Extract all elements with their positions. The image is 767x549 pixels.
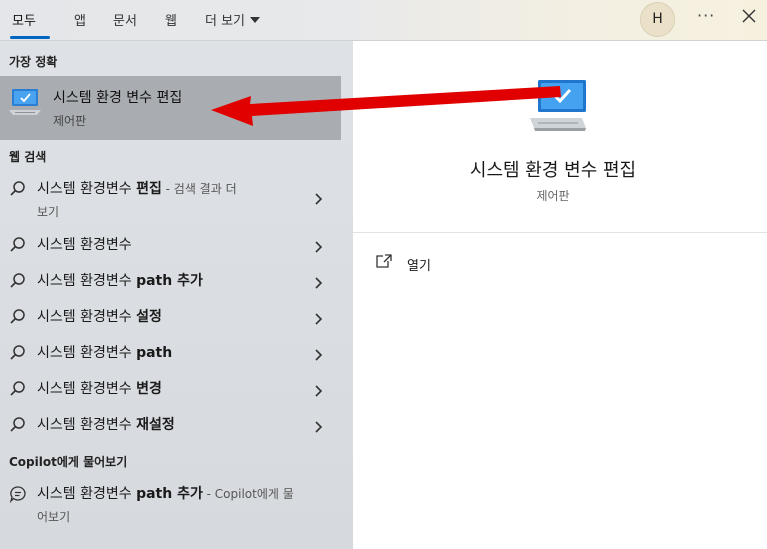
- preview-subtitle: 제어판: [536, 189, 570, 203]
- web-result-text: 시스템 환경변수 설정: [37, 306, 162, 328]
- chevron-right-icon: [315, 277, 323, 289]
- results-panel: 가장 정확 시스템 환경 변수 편집 제어판 웹 검색 시스템 환경변수 편집 …: [0, 41, 353, 549]
- divider: [353, 232, 767, 233]
- monitor-settings-icon: [9, 89, 41, 115]
- more-options-icon[interactable]: ···: [697, 6, 715, 25]
- best-match-title: 시스템 환경 변수 편집: [53, 90, 183, 106]
- web-result-text: 시스템 환경변수 변경: [37, 378, 162, 400]
- best-match-subtitle: 제어판: [53, 114, 87, 128]
- web-result-item[interactable]: 시스템 환경변수 편집 - 검색 결과 더 보기: [0, 178, 341, 224]
- result-bold: 변경: [136, 381, 162, 397]
- chat-bubble-icon: [9, 486, 26, 503]
- result-hint-continued: 보기: [37, 205, 60, 219]
- web-search-header: 웹 검색: [9, 150, 47, 164]
- chevron-right-icon: [315, 313, 323, 325]
- avatar[interactable]: H: [640, 2, 675, 37]
- web-result-text: 시스템 환경변수: [37, 234, 132, 256]
- result-prefix: 시스템 환경변수: [37, 381, 137, 397]
- result-bold: 설정: [136, 309, 162, 325]
- result-prefix: 시스템 환경변수: [37, 309, 137, 325]
- web-result-text: 시스템 환경변수 편집 - 검색 결과 더: [37, 178, 237, 200]
- chevron-right-icon: [315, 385, 323, 397]
- web-result-item[interactable]: 시스템 환경변수 path 추가: [0, 270, 341, 294]
- top-bar: 모두 앱 문서 웹 더 보기 H ···: [0, 0, 767, 41]
- copilot-result-text: 시스템 환경변수 path 추가 - Copilot에게 물: [37, 483, 294, 505]
- result-prefix: 시스템 환경변수: [37, 237, 132, 253]
- close-icon[interactable]: [740, 7, 758, 25]
- tab-more-label: 더 보기: [205, 14, 246, 29]
- search-icon: [10, 273, 25, 288]
- result-prefix: 시스템 환경변수: [37, 345, 137, 361]
- web-result-text: 시스템 환경변수 path: [37, 342, 172, 364]
- result-bold: path 추가: [136, 486, 203, 502]
- active-tab-indicator: [10, 36, 50, 39]
- result-bold: path 추가: [136, 273, 203, 289]
- tab-all[interactable]: 모두: [12, 10, 36, 29]
- open-label: 열기: [407, 259, 431, 274]
- search-icon: [10, 381, 25, 396]
- result-bold: 편집: [136, 181, 162, 197]
- result-hint: - Copilot에게 물: [202, 487, 294, 501]
- preview-title: 시스템 환경 변수 편집: [469, 160, 637, 181]
- best-match-header: 가장 정확: [9, 55, 58, 69]
- chevron-right-icon: [315, 193, 323, 205]
- web-result-text: 시스템 환경변수 path 추가: [37, 270, 203, 292]
- web-result-item[interactable]: 시스템 환경변수: [0, 234, 341, 258]
- result-bold: path: [136, 345, 173, 361]
- result-prefix: 시스템 환경변수: [37, 181, 137, 197]
- caret-down-icon: [250, 17, 261, 23]
- copilot-header: Copilot에게 물어보기: [9, 455, 128, 469]
- search-window: 모두 앱 문서 웹 더 보기 H ··· 가장 정확 시스템 환경 변수 편집 …: [0, 0, 767, 549]
- chevron-right-icon: [315, 421, 323, 433]
- tab-documents[interactable]: 문서: [113, 10, 137, 29]
- result-prefix: 시스템 환경변수: [37, 417, 137, 433]
- search-icon: [10, 345, 25, 360]
- web-result-text: 시스템 환경변수 재설정: [37, 414, 175, 436]
- chevron-right-icon: [315, 241, 323, 253]
- chevron-right-icon: [315, 349, 323, 361]
- monitor-settings-icon: [530, 80, 586, 131]
- result-hint: - 검색 결과 더: [161, 182, 237, 196]
- result-prefix: 시스템 환경변수: [37, 486, 137, 502]
- open-external-icon: [376, 254, 392, 268]
- best-match-item[interactable]: 시스템 환경 변수 편집 제어판: [0, 76, 341, 140]
- search-icon: [10, 181, 25, 196]
- copilot-result-item[interactable]: 시스템 환경변수 path 추가 - Copilot에게 물 어보기: [0, 483, 341, 529]
- web-result-item[interactable]: 시스템 환경변수 path: [0, 342, 341, 366]
- web-result-item[interactable]: 시스템 환경변수 설정: [0, 306, 341, 330]
- web-result-item[interactable]: 시스템 환경변수 변경: [0, 378, 341, 402]
- tab-web[interactable]: 웹: [165, 10, 177, 29]
- search-icon: [10, 417, 25, 432]
- result-hint-continued: 어보기: [37, 510, 71, 524]
- preview-panel: 시스템 환경 변수 편집 제어판 열기: [353, 41, 767, 549]
- result-bold: 재설정: [136, 417, 175, 433]
- result-prefix: 시스템 환경변수: [37, 273, 137, 289]
- web-result-item[interactable]: 시스템 환경변수 재설정: [0, 414, 341, 438]
- search-icon: [10, 237, 25, 252]
- tab-apps[interactable]: 앱: [74, 10, 86, 29]
- tab-more[interactable]: 더 보기: [205, 10, 261, 29]
- search-icon: [10, 309, 25, 324]
